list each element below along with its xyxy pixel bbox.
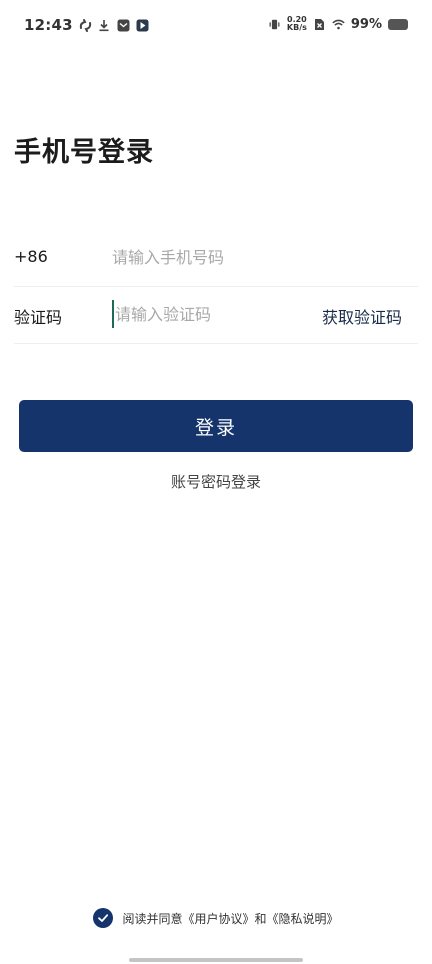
status-time: 12:43: [24, 16, 73, 34]
get-code-button[interactable]: 获取验证码: [322, 304, 402, 328]
verification-code-input[interactable]: [112, 300, 295, 328]
verification-code-row: 验证码 获取验证码: [14, 286, 418, 344]
password-login-link[interactable]: 账号密码登录: [0, 471, 432, 492]
gesture-bar[interactable]: [129, 958, 303, 962]
agreement-text[interactable]: 阅读并同意《用户协议》和《隐私说明》: [122, 910, 338, 927]
vibrate-icon: [268, 18, 281, 31]
phone-row: +86: [14, 229, 418, 287]
net-speed-unit: KB/s: [286, 23, 307, 32]
net-speed: 0.20 KB/s: [287, 16, 307, 32]
status-bar: 12:43 0.20 KB/s 99%: [0, 0, 432, 52]
wifi-icon: [332, 18, 345, 31]
verification-code-label: 验证码: [14, 308, 63, 327]
agreement: 阅读并同意《用户协议》和《隐私说明》: [0, 908, 432, 928]
sim-off-icon: [313, 18, 326, 31]
check-icon: [98, 914, 109, 922]
status-right: 0.20 KB/s 99%: [268, 16, 408, 32]
battery-icon: [388, 18, 408, 30]
sync-icon: [79, 18, 92, 32]
status-left: 12:43: [24, 16, 149, 34]
download-icon: [98, 19, 111, 32]
mail-icon: [117, 19, 130, 32]
battery-percent: 99%: [350, 16, 382, 32]
phone-input[interactable]: [112, 243, 302, 271]
page-title: 手机号登录: [14, 137, 154, 168]
country-code-prefix[interactable]: +86: [14, 247, 48, 266]
agreement-checkbox[interactable]: [93, 908, 114, 928]
play-store-icon: [136, 19, 149, 32]
login-button[interactable]: 登录: [19, 400, 413, 452]
